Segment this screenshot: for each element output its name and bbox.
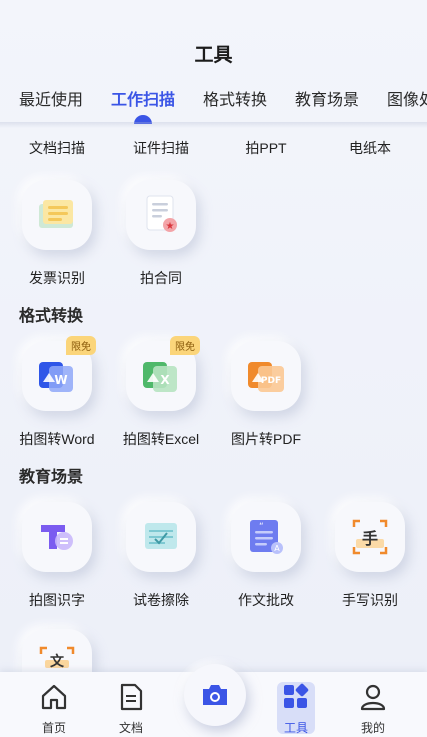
nav-label: 文档 — [118, 721, 143, 735]
tab-education[interactable]: 教育场景 — [295, 86, 359, 110]
svg-text:“: “ — [259, 522, 264, 532]
tool-label: 试卷擦除 — [133, 592, 189, 608]
tab-image[interactable]: 图像处 — [387, 86, 427, 110]
tool-e-paper[interactable]: 电纸本 — [320, 138, 420, 158]
tool-ppt-capture[interactable]: 拍PPT — [216, 138, 316, 158]
tool-essay-correction[interactable]: “ A 作文批改 — [216, 502, 316, 610]
svg-text:文: 文 — [50, 653, 65, 670]
nav-label: 工具 — [283, 721, 308, 735]
contract-icon: ★ — [146, 195, 177, 232]
tool-image-to-pdf[interactable]: PDF 图片转PDF — [216, 341, 316, 449]
tool-partial-next[interactable]: 文 — [7, 629, 107, 672]
svg-text:★: ★ — [166, 221, 175, 232]
image-to-pdf-icon: PDF — [248, 362, 284, 392]
tab-work-scan[interactable]: 工作扫描 — [111, 86, 175, 110]
camera-button[interactable] — [184, 664, 246, 726]
tool-photo-to-word[interactable]: W 限免 拍图转Word — [7, 336, 107, 449]
handwriting-icon: 手 — [352, 519, 388, 555]
svg-text:PDF: PDF — [261, 376, 281, 386]
tool-label: 拍图转Word — [19, 431, 95, 447]
free-badge: 限免 — [66, 336, 96, 355]
essay-correction-icon: “ A — [250, 520, 283, 554]
nav-home[interactable]: 首页 — [24, 682, 84, 736]
tool-label: 拍合同 — [140, 270, 182, 286]
photo-to-excel-icon: X — [143, 362, 177, 392]
nav-label: 我的 — [360, 721, 385, 735]
category-tabs: 最近使用 工作扫描 格式转换 教育场景 图像处 — [0, 86, 427, 124]
tool-label: 作文批改 — [238, 592, 294, 608]
text-scan-icon: 文 — [39, 646, 75, 670]
svg-text:X: X — [160, 373, 170, 387]
tool-label: 手写识别 — [342, 592, 398, 608]
tool-label: 拍图转Excel — [122, 431, 200, 447]
tools-scroll-area[interactable]: 文档扫描 证件扫描 拍PPT 电纸本 发票识别 ★ 拍合同 格式转换 W 限免 … — [0, 124, 427, 672]
tool-label: 拍图识字 — [29, 592, 85, 608]
svg-text:A: A — [274, 544, 280, 553]
photo-to-word-icon: W — [39, 362, 73, 392]
tool-exam-erase[interactable]: 试卷擦除 — [111, 502, 211, 610]
tool-contract-capture[interactable]: ★ 拍合同 — [111, 180, 211, 288]
tool-label: 发票识别 — [29, 270, 85, 286]
section-title-education: 教育场景 — [19, 469, 84, 486]
invoice-icon — [39, 200, 73, 228]
svg-text:W: W — [54, 373, 67, 387]
tab-format-convert[interactable]: 格式转换 — [203, 86, 267, 110]
tool-photo-to-excel[interactable]: X 限免 拍图转Excel — [111, 336, 211, 449]
tool-label: 图片转PDF — [231, 431, 301, 447]
tool-text-recognition[interactable]: 拍图识字 — [7, 502, 107, 610]
nav-label: 首页 — [41, 721, 66, 735]
profile-icon — [360, 684, 386, 711]
tool-invoice-recognition[interactable]: 发票识别 — [7, 180, 107, 288]
section-title-format: 格式转换 — [19, 308, 84, 325]
tab-recent[interactable]: 最近使用 — [19, 86, 83, 110]
text-recognition-icon — [41, 525, 73, 550]
tool-id-scan[interactable]: 证件扫描 — [111, 138, 211, 158]
nav-profile[interactable]: 我的 — [343, 682, 403, 736]
tools-icon — [284, 683, 309, 708]
tool-handwriting-recognition[interactable]: 手 手写识别 — [320, 502, 420, 610]
nav-documents[interactable]: 文档 — [101, 682, 161, 736]
document-icon — [120, 683, 143, 711]
tool-document-scan[interactable]: 文档扫描 — [7, 138, 107, 158]
svg-text:手: 手 — [362, 529, 378, 548]
nav-tools[interactable]: 工具 — [266, 682, 326, 736]
page-title: 工具 — [194, 45, 233, 66]
home-icon — [41, 684, 67, 710]
camera-icon — [203, 685, 227, 705]
free-badge: 限免 — [170, 336, 200, 355]
exam-erase-icon — [145, 523, 177, 549]
